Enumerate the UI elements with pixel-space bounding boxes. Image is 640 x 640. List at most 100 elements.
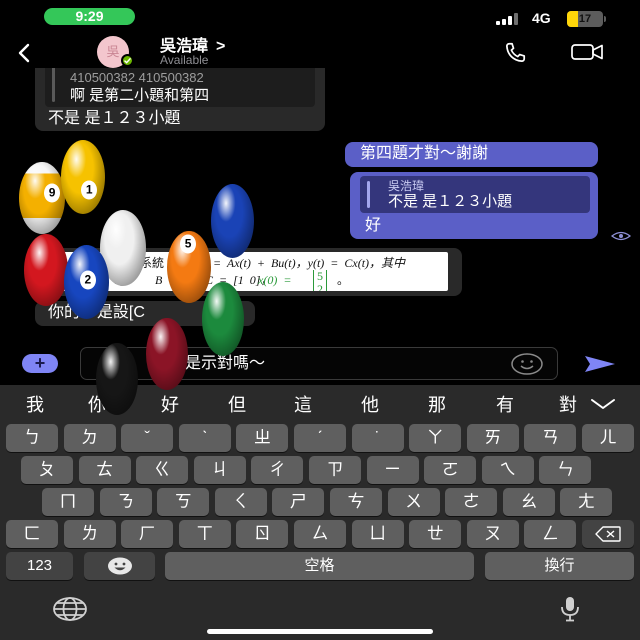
globe-icon[interactable]: [52, 596, 88, 627]
bopomofo-key[interactable]: ㄍ: [136, 456, 189, 484]
candidate-word[interactable]: 對: [553, 394, 578, 416]
bopomofo-key[interactable]: ㄇ: [42, 488, 94, 516]
bopomofo-key[interactable]: ㄡ: [466, 520, 519, 548]
bopomofo-key[interactable]: ㄕ: [272, 488, 325, 516]
status-time: 9:29: [44, 8, 135, 25]
bopomofo-key[interactable]: ㄗ: [309, 456, 361, 484]
message-text: 不是 是１２３小題: [48, 110, 181, 127]
bopomofo-key[interactable]: ㄅ: [6, 424, 58, 452]
cellular-signal-icon: [496, 12, 520, 30]
bopomofo-key[interactable]: ㄧ: [366, 456, 419, 484]
microphone-icon[interactable]: [556, 595, 584, 628]
formula-image[interactable]: 系統 = Ax(t) + Bu(t)，y(t) = Cx(t)，其中 1] B …: [45, 252, 448, 291]
emoji-face-icon: [107, 557, 132, 575]
bopomofo-key[interactable]: ㄨ: [387, 488, 440, 516]
bopomofo-key[interactable]: ㄌ: [63, 520, 116, 548]
candidate-word[interactable]: 那: [422, 394, 452, 416]
candidate-word[interactable]: 但: [222, 394, 252, 416]
bopomofo-key[interactable]: ㄉ: [63, 424, 116, 452]
message-input[interactable]: 是示對嗎～: [80, 347, 558, 380]
candidate-word[interactable]: 我: [20, 394, 50, 416]
numbers-key[interactable]: 123: [6, 552, 73, 580]
bopomofo-key[interactable]: ㄢ: [524, 424, 577, 452]
quoted-text: 啊 是第二小題和第四: [70, 87, 210, 104]
bopomofo-key[interactable]: ㄓ: [236, 424, 289, 452]
formula-text: 1]: [114, 273, 124, 287]
bopomofo-key[interactable]: ㄘ: [330, 488, 382, 516]
bopomofo-key[interactable]: ㄝ: [409, 520, 462, 548]
seen-eye-icon: [610, 228, 632, 246]
candidate-word[interactable]: 有: [490, 394, 520, 416]
bopomofo-key[interactable]: ㄑ: [214, 488, 267, 516]
quote-bar: [367, 181, 370, 208]
formula-text: 系統: [140, 256, 165, 270]
formula-text: 。: [337, 273, 350, 287]
bopomofo-key[interactable]: ㄥ: [524, 520, 577, 548]
bopomofo-key[interactable]: ㄟ: [481, 456, 534, 484]
candidate-word[interactable]: 這: [288, 394, 318, 416]
bopomofo-key[interactable]: ㄙ: [294, 520, 346, 548]
candidate-bar: 我你好但這他那有對: [0, 394, 578, 418]
quote-bar: [52, 62, 55, 102]
name-chevron: >: [216, 38, 226, 55]
bopomofo-key[interactable]: ㄞ: [466, 424, 519, 452]
available-check-icon: [121, 54, 134, 67]
chevron-down-icon[interactable]: [590, 397, 616, 415]
bopomofo-key[interactable]: ㄊ: [78, 456, 131, 484]
bopomofo-key[interactable]: ㄣ: [539, 456, 592, 484]
emoji-key[interactable]: [84, 552, 155, 580]
message-text: 你的 x 是設[C: [48, 304, 145, 321]
chat-header: 9:29 4G 17 吳 吳浩瑋 > Available: [0, 0, 640, 68]
video-camera-icon[interactable]: [571, 43, 605, 66]
chevron-left-icon[interactable]: [13, 42, 35, 69]
network-type: 4G: [532, 10, 551, 26]
battery-icon: 17: [567, 11, 603, 27]
delete-key[interactable]: [582, 520, 634, 548]
battery-nub: [604, 16, 606, 22]
message-text: 好: [365, 217, 382, 234]
bopomofo-key[interactable]: ㄚ: [409, 424, 462, 452]
bopomofo-key[interactable]: ㄎ: [157, 488, 210, 516]
bopomofo-key[interactable]: ㄛ: [424, 456, 477, 484]
matrix-entry: 2: [317, 282, 323, 292]
bopomofo-key[interactable]: ˋ: [178, 424, 231, 452]
bopomofo-keyboard: 我 你 好 但 這 他 那 有 對 ㄅㄉ ˇ ˋ ㄓ ˊ ˙ ㄚㄞㄢㄦㄆㄊㄍㄐㄔㄗㄧㄛㄟㄣㄇㄋㄎㄑㄕㄘㄨㄜㄠ…: [0, 385, 640, 640]
bopomofo-key[interactable]: ㄈ: [6, 520, 58, 548]
bopomofo-key[interactable]: ˇ: [121, 424, 174, 452]
bopomofo-key[interactable]: ㄤ: [560, 488, 613, 516]
bopomofo-key[interactable]: ㄦ: [582, 424, 634, 452]
bopomofo-key[interactable]: ㄆ: [21, 456, 73, 484]
message-input-value: 是示對嗎～: [185, 355, 266, 372]
home-indicator[interactable]: [207, 629, 433, 634]
return-key[interactable]: 換行: [485, 552, 634, 580]
formula-text: x(0) =: [258, 273, 292, 287]
space-key[interactable]: 空格: [165, 552, 474, 580]
bopomofo-key[interactable]: ㄜ: [445, 488, 498, 516]
battery-level: 17: [578, 13, 592, 25]
candidate-word[interactable]: 好: [155, 394, 185, 416]
bopomofo-key[interactable]: ˙: [351, 424, 404, 452]
bopomofo-key[interactable]: ㄔ: [251, 456, 304, 484]
candidate-word[interactable]: 你: [82, 394, 112, 416]
delete-backward-icon: [595, 526, 621, 542]
bopomofo-key[interactable]: ˊ: [294, 424, 346, 452]
bopomofo-key[interactable]: ㄩ: [351, 520, 404, 548]
bopomofo-key[interactable]: ㄐ: [193, 456, 246, 484]
quoted-text: 不是 是１２３小題: [388, 193, 513, 210]
bopomofo-key[interactable]: ㄏ: [121, 520, 174, 548]
bopomofo-key[interactable]: ㄒ: [178, 520, 231, 548]
bopomofo-key[interactable]: ㄖ: [236, 520, 289, 548]
phone-icon[interactable]: [502, 40, 528, 71]
send-icon[interactable]: [583, 355, 617, 378]
quoted-author: 吳浩瑋: [388, 179, 425, 193]
quoted-author: 410500382 410500382: [70, 70, 204, 85]
formula-text: B: [155, 273, 163, 287]
smiley-icon[interactable]: [510, 352, 544, 381]
bopomofo-key[interactable]: ㄠ: [502, 488, 555, 516]
bopomofo-key[interactable]: ㄋ: [99, 488, 152, 516]
presence-status: Available: [160, 53, 209, 67]
add-attachment-button[interactable]: +: [22, 354, 58, 373]
message-text: 第四題才對～謝謝: [360, 145, 489, 162]
candidate-word[interactable]: 他: [355, 394, 385, 416]
formula-text: = Ax(t) + Bu(t)，y(t) = Cx(t)，其中: [213, 256, 406, 270]
